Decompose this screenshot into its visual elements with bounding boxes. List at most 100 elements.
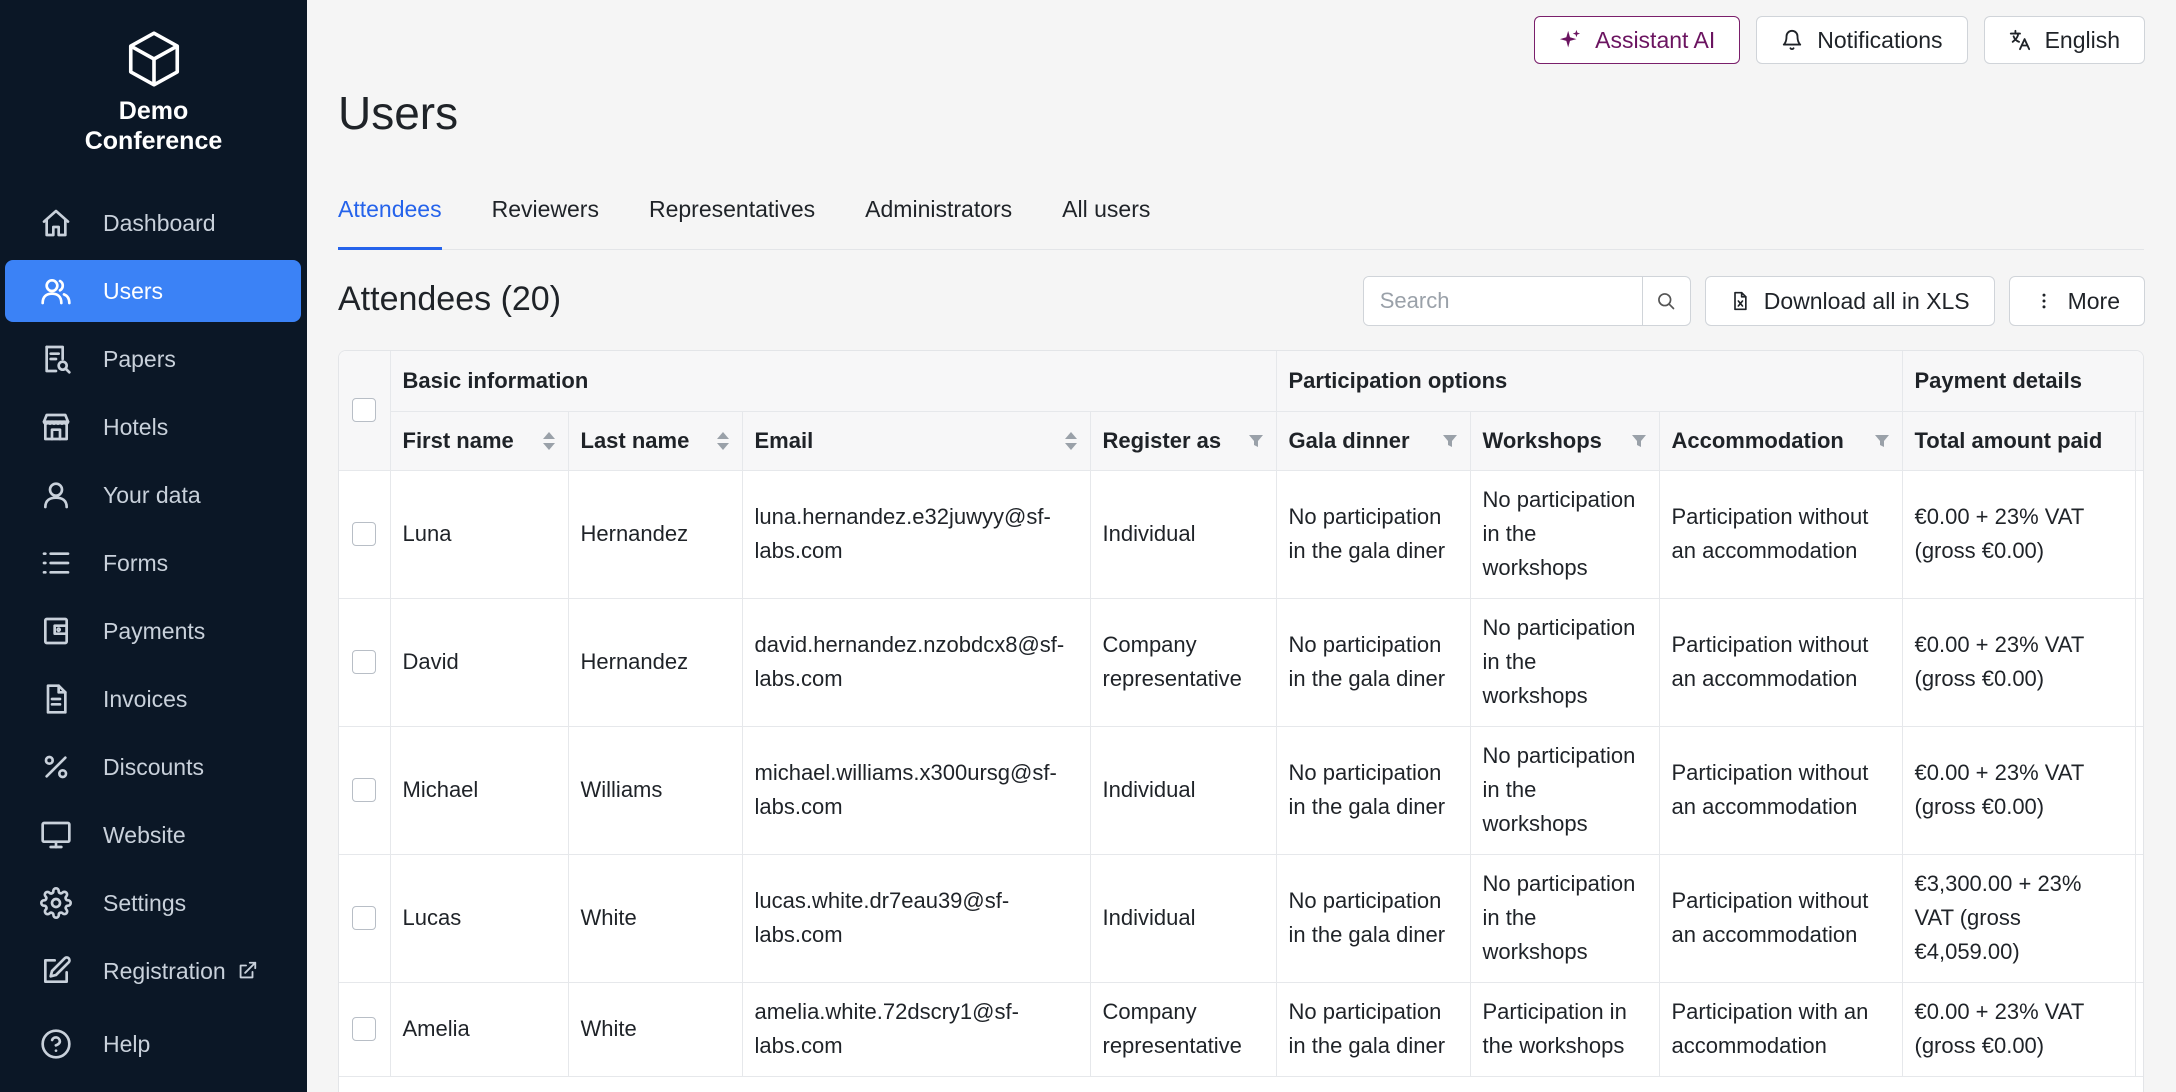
cell-accommodation: Participation without an accommodation	[1659, 470, 1903, 599]
select-all-checkbox[interactable]	[352, 398, 377, 423]
more-label: More	[2067, 287, 2120, 314]
cell-last-name: Hernandez	[568, 470, 743, 599]
cell-last-name: Hernandez	[568, 598, 743, 727]
cell-accommodation: Participation without an accommodation	[1659, 726, 1903, 855]
sidebar-item-discounts[interactable]: Discounts	[5, 736, 301, 798]
top-bar: Assistant AI Notifications English	[1534, 16, 2145, 64]
sort-icon[interactable]	[716, 430, 730, 452]
column-header-last-name[interactable]: Last name	[568, 411, 743, 471]
sort-icon[interactable]	[542, 430, 556, 452]
column-label: Email	[754, 427, 814, 453]
cell-first-name: Michael	[390, 726, 569, 855]
assistant-ai-label: Assistant AI	[1595, 26, 1716, 53]
row-checkbox[interactable]	[352, 1017, 377, 1041]
wallet-icon	[39, 614, 73, 648]
cell-email: lucas.white.dr7eau39@sf-labs.com	[742, 854, 1091, 983]
cell-last-name: White	[568, 982, 743, 1077]
sidebar-item-registration[interactable]: Registration	[5, 940, 301, 1002]
row-select-cell	[339, 982, 391, 1077]
translate-icon	[2009, 29, 2030, 51]
document-icon	[39, 682, 73, 716]
column-header-total-amount-paid[interactable]: Total amount paid	[1902, 411, 2136, 471]
search-button[interactable]	[1641, 277, 1690, 325]
row-select-cell	[339, 598, 391, 727]
cell-total-amount-paid: €3,300.00 + 23% VAT (gross €4,059.00)	[1902, 854, 2136, 983]
column-header-gala-dinner[interactable]: Gala dinner	[1276, 411, 1471, 471]
sidebar-item-papers[interactable]: Papers	[5, 328, 301, 390]
sidebar-item-payments[interactable]: Payments	[5, 600, 301, 662]
assistant-ai-button[interactable]: Assistant AI	[1534, 16, 1741, 64]
tab-administrators[interactable]: Administrators	[865, 196, 1012, 250]
sidebar-item-settings[interactable]: Settings	[5, 872, 301, 934]
column-header-overflow	[2135, 411, 2143, 471]
sidebar-item-your-data[interactable]: Your data	[5, 464, 301, 526]
tab-all-users[interactable]: All users	[1062, 196, 1150, 250]
column-header-accommodation[interactable]: Accommodation	[1659, 411, 1903, 471]
column-header-first-name[interactable]: First name	[390, 411, 569, 471]
table-column-header-row: First name Last name Email Register as G…	[339, 411, 2143, 471]
sidebar-item-label: Your data	[103, 481, 201, 508]
filter-icon[interactable]	[1631, 433, 1647, 449]
row-checkbox[interactable]	[352, 778, 377, 802]
cell-first-name: Lucas	[390, 854, 569, 983]
row-checkbox[interactable]	[352, 522, 377, 546]
list-icon	[39, 546, 73, 580]
sidebar-item-users[interactable]: Users	[5, 260, 301, 322]
tab-reviewers[interactable]: Reviewers	[492, 196, 599, 250]
row-checkbox[interactable]	[352, 906, 377, 930]
row-checkbox[interactable]	[352, 650, 377, 674]
search-input[interactable]	[1363, 277, 1642, 325]
app-logo[interactable]: Demo Conference	[0, 28, 307, 156]
column-header-workshops[interactable]: Workshops	[1470, 411, 1660, 471]
filter-icon[interactable]	[1442, 433, 1458, 449]
sidebar-item-website[interactable]: Website	[5, 804, 301, 866]
xls-file-icon	[1733, 291, 1747, 311]
filter-icon[interactable]	[1248, 433, 1264, 449]
cell-total-amount-paid: €0.00 + 23% VAT (gross €0.00)	[1902, 470, 2136, 599]
filter-icon[interactable]	[1874, 433, 1890, 449]
user-icon	[39, 478, 73, 512]
table-row[interactable]: David Hernandez david.hernandez.nzobdcx8…	[339, 598, 2143, 727]
cell-email: luna.hernandez.e32juwyy@sf-labs.com	[742, 470, 1091, 599]
table-row[interactable]: Lucas White lucas.white.dr7eau39@sf-labs…	[339, 854, 2143, 983]
more-vertical-icon	[2042, 293, 2046, 309]
percent-icon	[39, 750, 73, 784]
sidebar-item-hotels[interactable]: Hotels	[5, 396, 301, 458]
sidebar-item-label: Registration	[103, 957, 226, 984]
sidebar-item-label: Website	[103, 821, 186, 848]
row-select-cell	[339, 726, 391, 855]
column-label: Workshops	[1482, 427, 1602, 453]
language-label: English	[2044, 26, 2120, 53]
cell-first-name: David	[390, 598, 569, 727]
help-icon	[39, 1027, 73, 1061]
home-icon	[39, 206, 73, 240]
column-header-email[interactable]: Email	[742, 411, 1091, 471]
sidebar-item-label: Invoices	[103, 685, 188, 712]
table-actions: Download all in XLS More	[1362, 276, 2145, 326]
sort-icon[interactable]	[1064, 430, 1078, 452]
tab-representatives[interactable]: Representatives	[649, 196, 815, 250]
table-row[interactable]: Michael Williams michael.williams.x300ur…	[339, 726, 2143, 855]
notifications-button[interactable]: Notifications	[1756, 16, 1968, 64]
edit-icon	[39, 954, 73, 988]
sidebar-item-label: Settings	[103, 889, 187, 916]
external-link-icon	[236, 960, 258, 982]
table-row[interactable]: Amelia White amelia.white.72dscry1@sf-la…	[339, 982, 2143, 1077]
sidebar-item-forms[interactable]: Forms	[5, 532, 301, 594]
download-xls-button[interactable]: Download all in XLS	[1704, 276, 1995, 326]
language-button[interactable]: English	[1983, 16, 2145, 64]
cell-register-as: Individual	[1090, 726, 1277, 855]
more-button[interactable]: More	[2008, 276, 2145, 326]
cell-email: michael.williams.x300ursg@sf-labs.com	[742, 726, 1091, 855]
cell-first-name: Luna	[390, 470, 569, 599]
column-header-register-as[interactable]: Register as	[1090, 411, 1277, 471]
table-row[interactable]: Luna Hernandez luna.hernandez.e32juwyy@s…	[339, 470, 2143, 599]
sidebar-item-invoices[interactable]: Invoices	[5, 668, 301, 730]
cell-last-name: White	[568, 854, 743, 983]
group-basic-information: Basic information	[390, 351, 1277, 412]
search-box	[1362, 276, 1691, 326]
sidebar-item-help[interactable]: Help	[5, 1013, 301, 1075]
tab-attendees[interactable]: Attendees	[338, 196, 442, 250]
sidebar: Demo Conference Dashboard Users Papers H…	[0, 0, 307, 1092]
sidebar-item-dashboard[interactable]: Dashboard	[5, 192, 301, 254]
